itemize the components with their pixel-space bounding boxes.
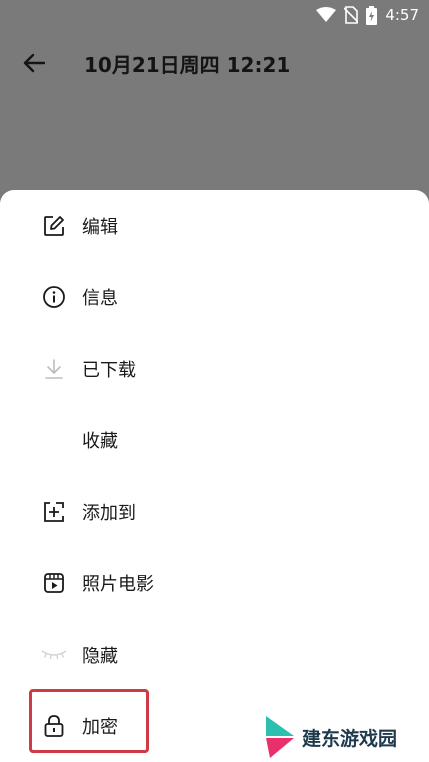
- menu-item-label: 信息: [82, 288, 118, 309]
- page-title: 10月21日周四 12:21: [84, 52, 291, 77]
- menu-item-label: 已下载: [82, 360, 136, 381]
- menu-item-hide[interactable]: 隐藏: [0, 628, 429, 682]
- watermark: 建东游戏园: [262, 712, 422, 762]
- menu-item-label: 隐藏: [82, 646, 118, 667]
- watermark-logo-icon: [266, 716, 294, 758]
- hide-eye-icon: [40, 641, 68, 669]
- film-icon: [40, 569, 68, 597]
- menu-item-label: 收藏: [82, 431, 118, 452]
- add-to-icon: [40, 498, 68, 526]
- edit-icon: [40, 212, 68, 240]
- status-time: 4:57: [385, 6, 419, 24]
- wifi-icon: [316, 7, 337, 23]
- menu-item-label: 编辑: [82, 217, 118, 238]
- battery-charging-icon: [366, 5, 378, 25]
- menu-item-add-to[interactable]: 添加到: [0, 485, 429, 539]
- menu-item-favorite[interactable]: 收藏: [0, 413, 429, 467]
- back-button[interactable]: [16, 45, 52, 81]
- menu-item-downloaded[interactable]: 已下载: [0, 342, 429, 396]
- status-bar: 4:57: [0, 0, 429, 30]
- download-icon: [40, 355, 68, 383]
- watermark-text: 建东游戏园: [302, 727, 398, 750]
- no-sim-icon: [344, 6, 359, 24]
- menu-item-label: 照片电影: [82, 574, 154, 595]
- menu-item-photo-movie[interactable]: 照片电影: [0, 556, 429, 610]
- arrow-left-icon: [23, 53, 45, 73]
- top-bar: 10月21日周四 12:21: [0, 40, 429, 86]
- menu-item-edit[interactable]: 编辑: [0, 199, 429, 253]
- menu-item-label: 添加到: [82, 503, 136, 524]
- info-icon: [40, 283, 68, 311]
- highlight-annotation: [29, 689, 149, 753]
- menu-item-info[interactable]: 信息: [0, 270, 429, 324]
